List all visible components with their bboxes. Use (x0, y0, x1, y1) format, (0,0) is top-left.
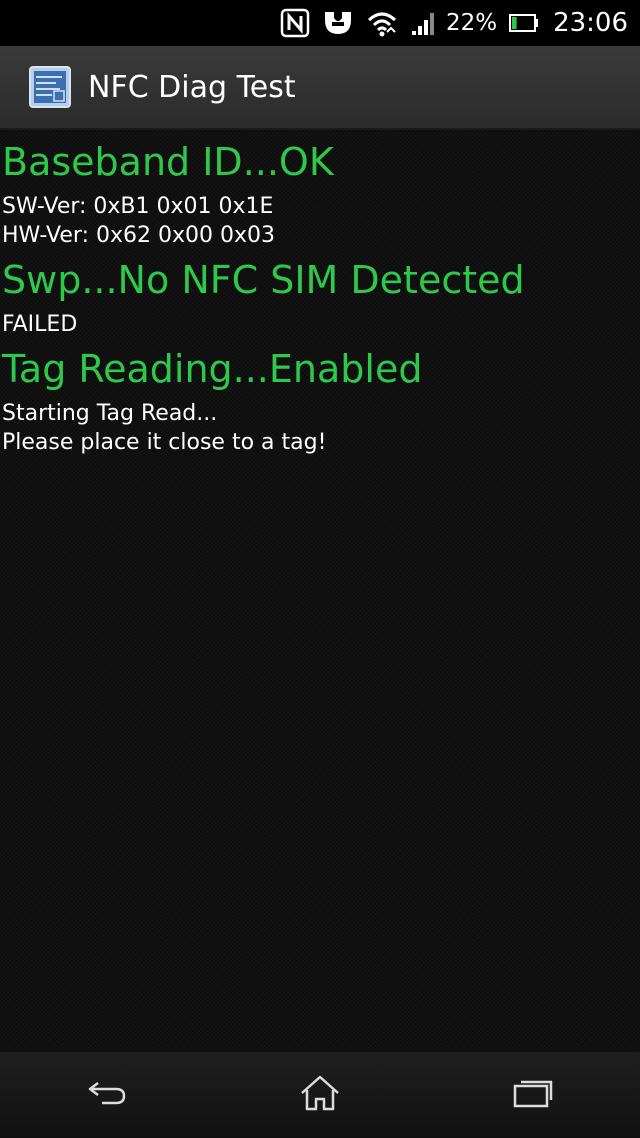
swp-heading: Swp...No NFC SIM Detected (2, 258, 525, 302)
signal-icon (410, 9, 438, 37)
battery-icon (509, 13, 539, 33)
swp-info: FAILED (2, 310, 638, 339)
battery-percent: 22% (445, 10, 498, 36)
home-icon (298, 1073, 342, 1117)
sw-version-line: SW-Ver: 0xB1 0x01 0x1E (2, 194, 274, 219)
baseband-heading: Baseband ID...OK (2, 140, 334, 184)
back-icon (84, 1075, 130, 1115)
back-button[interactable] (67, 1065, 147, 1125)
nfc-icon (280, 8, 310, 38)
tag-read-instruction-line: Please place it close to a tag! (2, 430, 327, 455)
usb-debug-icon (322, 8, 354, 38)
app-icon[interactable] (26, 63, 74, 111)
tag-reading-info: Starting Tag Read... Please place it clo… (2, 399, 638, 457)
wifi-icon (366, 8, 398, 38)
clock: 23:06 (553, 8, 628, 38)
recent-apps-button[interactable] (493, 1065, 573, 1125)
action-bar: NFC Diag Test (0, 46, 640, 130)
tag-reading-heading: Tag Reading...Enabled (2, 347, 423, 391)
hw-version-line: HW-Ver: 0x62 0x00 0x03 (2, 223, 276, 248)
swp-status-line: FAILED (2, 312, 78, 337)
app-title: NFC Diag Test (88, 69, 296, 105)
recent-apps-icon (511, 1076, 555, 1114)
tag-read-status-line: Starting Tag Read... (2, 401, 218, 426)
home-button[interactable] (280, 1065, 360, 1125)
screen: 22% 23:06 NFC Diag Test Baseband ID...OK… (0, 0, 640, 1138)
status-bar: 22% 23:06 (0, 0, 640, 46)
diagnostic-content: Baseband ID...OK SW-Ver: 0xB1 0x01 0x1E … (2, 132, 638, 457)
baseband-info: SW-Ver: 0xB1 0x01 0x1E HW-Ver: 0x62 0x00… (2, 192, 638, 250)
navigation-bar (0, 1052, 640, 1138)
